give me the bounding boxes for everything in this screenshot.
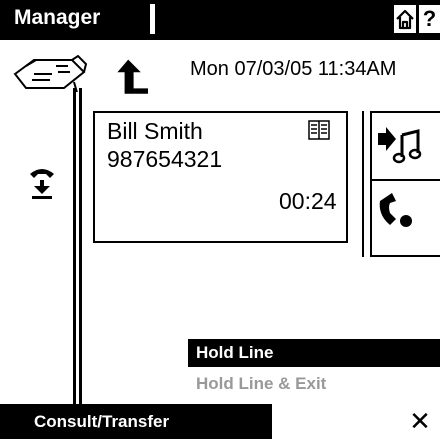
- music-icon: [378, 127, 422, 164]
- column-divider: [73, 88, 76, 408]
- date-time: Mon 07/03/05 11:34AM: [190, 58, 397, 80]
- close-button[interactable]: ✕: [405, 404, 435, 439]
- menu-item-hold-line-exit[interactable]: Hold Line & Exit: [188, 371, 440, 397]
- directory-book-icon[interactable]: [308, 119, 330, 146]
- home-icon: [396, 9, 414, 30]
- menu-item-hold-line[interactable]: Hold Line: [188, 339, 440, 367]
- home-button[interactable]: [394, 5, 416, 33]
- music-on-hold-button[interactable]: [370, 111, 440, 181]
- title-separator: [150, 4, 155, 34]
- column-divider: [79, 88, 82, 408]
- back-arrow-icon[interactable]: [112, 56, 152, 101]
- call-timer: 00:24: [279, 188, 337, 214]
- app-title: Manager: [14, 6, 101, 29]
- caller-name: Bill Smith: [107, 118, 203, 144]
- caller-number: 987654321: [107, 146, 223, 172]
- handset-down-icon[interactable]: [28, 160, 56, 205]
- button-divider: [362, 111, 364, 257]
- transfer-handset-button[interactable]: [370, 179, 440, 257]
- handset-transfer-icon: [379, 193, 412, 227]
- help-button[interactable]: ?: [419, 5, 440, 33]
- consult-transfer-button[interactable]: Consult/Transfer: [0, 404, 272, 439]
